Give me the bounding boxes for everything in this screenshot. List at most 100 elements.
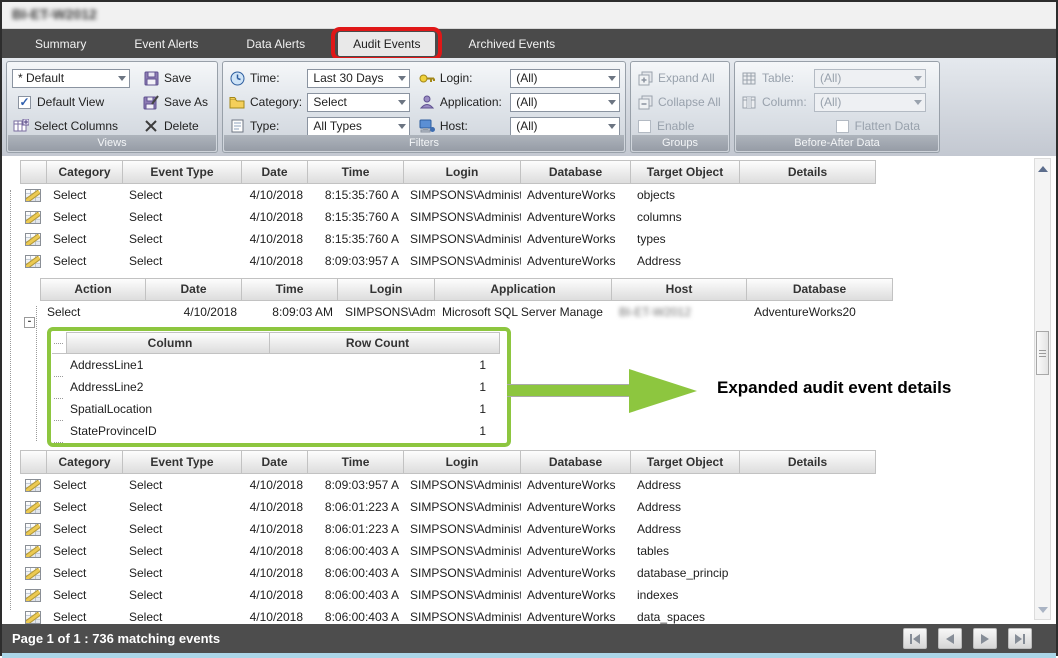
column-header-category[interactable]: Category	[47, 160, 123, 184]
column-header-time[interactable]: Time	[242, 278, 338, 301]
column-header-time[interactable]: Time	[308, 160, 404, 184]
event-row[interactable]: - Select Select 4/10/2018 8:09:03:957 A …	[2, 250, 1056, 272]
event-row[interactable]: Select Select 4/10/2018 8:15:35:760 A SI…	[2, 206, 1056, 228]
column-header-action[interactable]: Action	[40, 278, 146, 301]
event-row[interactable]: Select Select 4/10/2018 8:15:35:760 A SI…	[2, 228, 1056, 250]
next-page-button[interactable]	[973, 628, 997, 649]
flatten-data-label: Flatten Data	[855, 119, 920, 133]
default-view-label: Default View	[37, 95, 104, 109]
column-header-application[interactable]: Application	[435, 278, 612, 301]
cell-date: 4/10/2018	[242, 544, 308, 558]
previous-page-button[interactable]	[938, 628, 962, 649]
column-header-row-count[interactable]: Row Count	[270, 332, 500, 354]
event-row[interactable]: Select Select 4/10/2018 8:06:00:403 A SI…	[2, 540, 1056, 562]
column-header-column[interactable]: Column	[66, 332, 270, 354]
cell-time: 8:06:00:403 A	[308, 544, 404, 558]
last-page-button[interactable]	[1008, 628, 1032, 649]
column-header-details[interactable]: Details	[740, 450, 876, 474]
column-header-login[interactable]: Login	[404, 450, 521, 474]
cell-time: 8:06:00:403 A	[308, 610, 404, 624]
tab-event-alerts[interactable]: Event Alerts	[119, 32, 213, 56]
time-filter-dropdown[interactable]: Last 30 Days	[307, 69, 409, 88]
save-button[interactable]: Save	[142, 66, 210, 90]
default-view-checkbox[interactable]	[18, 96, 31, 109]
host-filter-label: Host:	[440, 119, 510, 133]
ba-table-dropdown[interactable]: (All)	[814, 69, 926, 88]
row-expander[interactable]: -	[24, 317, 35, 328]
details-row[interactable]: AddressLine1 1	[52, 354, 506, 376]
details-row[interactable]: SpatialLocation 1	[52, 398, 506, 420]
event-row[interactable]: Select Select 4/10/2018 8:06:00:403 A SI…	[2, 562, 1056, 584]
scroll-down-icon[interactable]	[1035, 602, 1050, 617]
nested-action-row[interactable]: - Select 4/10/2018 8:09:03 AM SIMPSONS\A…	[2, 301, 1056, 323]
nested-action-grid: Action Date Time Login Application Host …	[2, 278, 1056, 323]
event-row[interactable]: Select Select 4/10/2018 8:06:00:403 A SI…	[2, 606, 1056, 624]
column-header-database[interactable]: Database	[521, 450, 631, 474]
ba-column-dropdown[interactable]: (All)	[814, 93, 926, 112]
details-row[interactable]: AddressLine2 1	[52, 376, 506, 398]
column-header-category[interactable]: Category	[47, 450, 123, 474]
time-filter-value: Last 30 Days	[313, 71, 383, 85]
column-header-date[interactable]: Date	[242, 450, 308, 474]
cell-category: Select	[47, 522, 123, 536]
column-header-details[interactable]: Details	[740, 160, 876, 184]
column-header-date[interactable]: Date	[146, 278, 242, 301]
event-row[interactable]: Select Select 4/10/2018 8:06:00:403 A SI…	[2, 584, 1056, 606]
tab-archived-events[interactable]: Archived Events	[453, 32, 570, 56]
login-filter-value: (All)	[516, 71, 537, 85]
event-row[interactable]: Select Select 4/10/2018 8:06:01:223 A SI…	[2, 518, 1056, 540]
tab-audit-events[interactable]: Audit Events	[338, 32, 435, 56]
default-view-option[interactable]: Default View	[12, 90, 142, 114]
save-as-button[interactable]: Save As	[142, 90, 210, 114]
cell-login: SIMPSONS\Administr	[404, 478, 521, 492]
column-header-event-type[interactable]: Event Type	[123, 160, 242, 184]
details-row[interactable]: StateProvinceID 1	[52, 420, 506, 442]
column-header-database[interactable]: Database	[521, 160, 631, 184]
type-filter-dropdown[interactable]: All Types	[307, 117, 409, 136]
cell-target-object: Address	[631, 522, 740, 536]
cell-database: AdventureWorks	[521, 478, 631, 492]
enable-grouping-checkbox[interactable]	[638, 120, 651, 133]
ribbon-group-filters: Time: Last 30 Days Login: (All) Ca	[222, 61, 626, 153]
collapse-all-button[interactable]: Collapse All	[636, 90, 724, 114]
category-filter-dropdown[interactable]: Select	[307, 93, 409, 112]
host-filter-dropdown[interactable]: (All)	[510, 117, 620, 136]
cell-row-count: 1	[270, 402, 500, 416]
flatten-data-checkbox[interactable]	[836, 120, 849, 133]
login-filter-dropdown[interactable]: (All)	[510, 69, 620, 88]
tab-summary[interactable]: Summary	[20, 32, 101, 56]
column-header-event-type[interactable]: Event Type	[123, 450, 242, 474]
vertical-scrollbar[interactable]	[1034, 158, 1051, 620]
filters-group-label: Filters	[224, 135, 624, 151]
login-filter-label: Login:	[440, 71, 510, 85]
column-header-login[interactable]: Login	[404, 160, 521, 184]
event-row[interactable]: Select Select 4/10/2018 8:09:03:957 A SI…	[2, 474, 1056, 496]
cell-database: AdventureWorks	[521, 544, 631, 558]
view-selector-dropdown[interactable]: * Default	[12, 69, 130, 88]
view-selector-value: * Default	[18, 71, 64, 85]
cell-event-type: Select	[123, 610, 242, 624]
event-row-icon	[25, 233, 41, 246]
column-header-target-object[interactable]: Target Object	[631, 160, 740, 184]
column-header-time[interactable]: Time	[308, 450, 404, 474]
column-header-login[interactable]: Login	[338, 278, 435, 301]
tab-data-alerts[interactable]: Data Alerts	[231, 32, 320, 56]
cell-category: Select	[47, 544, 123, 558]
cell-event-type: Select	[123, 254, 242, 268]
ba-column-label: Column:	[762, 95, 814, 109]
expand-all-button[interactable]: Expand All	[636, 66, 724, 90]
app-window: BI-ET-W2012 Summary Event Alerts Data Al…	[0, 0, 1058, 656]
scrollbar-thumb[interactable]	[1036, 331, 1049, 375]
scroll-up-icon[interactable]	[1035, 161, 1050, 176]
column-header-target-object[interactable]: Target Object	[631, 450, 740, 474]
cell-target-object: Address	[631, 500, 740, 514]
first-page-button[interactable]	[903, 628, 927, 649]
event-row[interactable]: Select Select 4/10/2018 8:15:35:760 A SI…	[2, 184, 1056, 206]
column-header-date[interactable]: Date	[242, 160, 308, 184]
column-header-host[interactable]: Host	[612, 278, 747, 301]
audit-events-grid: Category Event Type Date Time Login Data…	[2, 156, 1056, 624]
column-header-database[interactable]: Database	[747, 278, 893, 301]
event-row[interactable]: + Select Select 4/10/2018 8:06:01:223 A …	[2, 496, 1056, 518]
cell-database: AdventureWorks	[521, 610, 631, 624]
application-filter-dropdown[interactable]: (All)	[510, 93, 620, 112]
